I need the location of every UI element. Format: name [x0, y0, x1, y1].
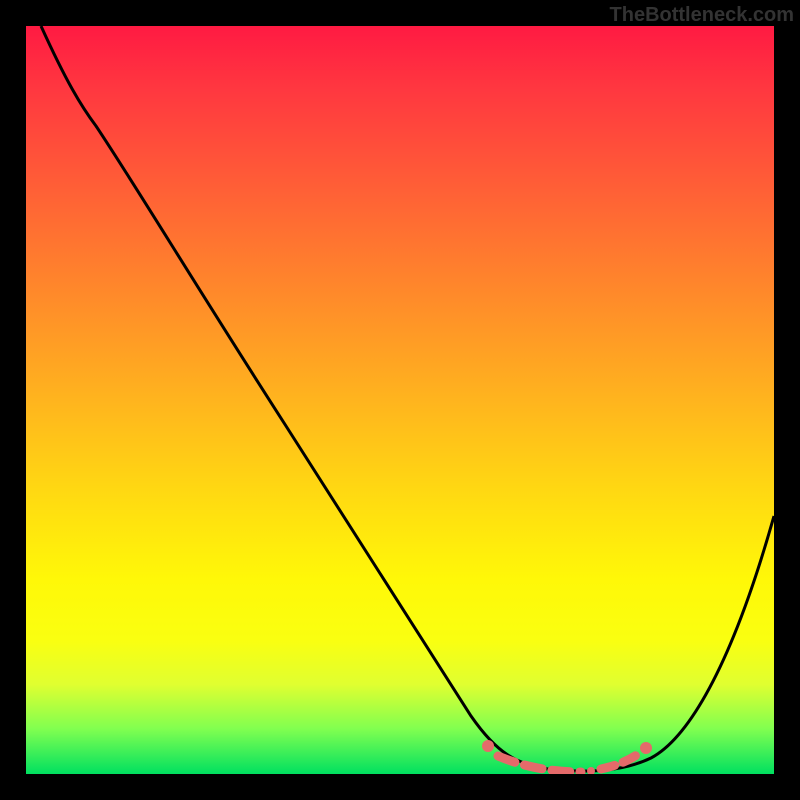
watermark-text: TheBottleneck.com: [610, 4, 794, 27]
bottleneck-curve: [41, 26, 774, 771]
curve-layer: [26, 26, 774, 774]
chart-container: TheBottleneck.com: [0, 0, 800, 800]
plot-area: [26, 26, 774, 774]
marker-band: [482, 740, 652, 774]
